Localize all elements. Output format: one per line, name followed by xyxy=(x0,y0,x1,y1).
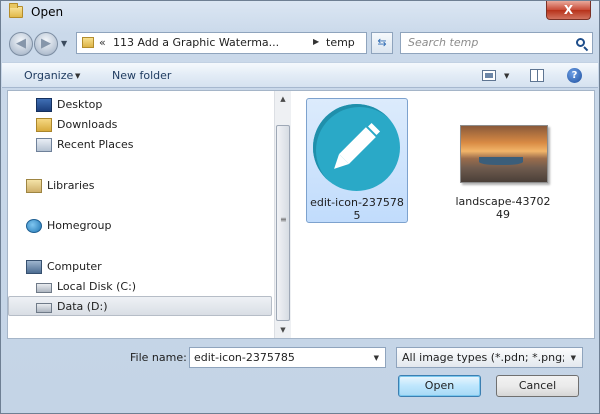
breadcrumb-overflow[interactable]: « xyxy=(99,36,106,49)
nav-item-label: Recent Places xyxy=(57,138,134,151)
nav-item-label: Homegroup xyxy=(47,219,112,232)
nav-item-recent-places[interactable]: Recent Places xyxy=(8,135,272,155)
refresh-button[interactable]: ⇆ xyxy=(371,32,393,54)
file-list: edit-icon-237578 5 landscape-43702 49 xyxy=(292,91,594,338)
nav-item-homegroup[interactable]: Homegroup xyxy=(8,216,272,236)
arrow-right-icon: ▶ xyxy=(41,36,51,51)
breadcrumb-parent[interactable]: 113 Add a Graphic Waterma... xyxy=(113,36,279,49)
help-icon[interactable]: ? xyxy=(567,68,582,83)
nav-item-label: Libraries xyxy=(47,179,95,192)
cancel-button[interactable]: Cancel xyxy=(496,375,579,397)
search-icon[interactable] xyxy=(576,38,585,47)
organize-button[interactable]: Organize xyxy=(24,69,73,82)
file-name-input[interactable]: edit-icon-2375785 ▼ xyxy=(189,347,386,368)
forward-button[interactable]: ▶ xyxy=(34,32,58,56)
local-disk-icon xyxy=(36,283,52,293)
nav-item-downloads[interactable]: Downloads xyxy=(8,115,272,135)
file-type-value: All image types (*.pdn; *.png; * xyxy=(402,351,564,364)
grip-icon: ≡ xyxy=(280,215,287,224)
scroll-down-icon[interactable]: ▼ xyxy=(275,322,291,338)
nav-pane-scrollbar[interactable]: ▲ ≡ ▼ xyxy=(274,91,291,338)
nav-item-label: Downloads xyxy=(57,118,118,131)
close-button[interactable]: X xyxy=(546,1,591,20)
file-item-edit-icon[interactable]: edit-icon-237578 5 xyxy=(306,98,408,223)
folder-icon xyxy=(9,3,23,18)
preview-pane-icon[interactable] xyxy=(530,69,544,82)
nav-item-data-d[interactable]: Data (D:) xyxy=(8,296,272,316)
breadcrumb-separator-icon[interactable]: ▶ xyxy=(313,37,319,46)
open-button[interactable]: Open xyxy=(398,375,481,397)
new-folder-button[interactable]: New folder xyxy=(112,69,171,82)
nav-item-label: Data (D:) xyxy=(57,300,108,313)
file-name-label: edit-icon-237578 5 xyxy=(310,196,404,222)
file-name-value: edit-icon-2375785 xyxy=(194,351,295,364)
desktop-icon xyxy=(36,98,52,112)
recent-places-icon xyxy=(36,138,52,152)
landscape-photo-thumbnail xyxy=(460,125,548,183)
nav-item-computer[interactable]: Computer xyxy=(8,257,272,277)
arrow-left-icon: ◀ xyxy=(16,36,26,51)
libraries-icon xyxy=(26,179,42,193)
chevron-down-icon[interactable]: ▼ xyxy=(374,354,379,362)
view-options-dropdown-icon[interactable]: ▼ xyxy=(504,72,509,80)
nav-item-label: Computer xyxy=(47,260,102,273)
recent-locations-dropdown[interactable]: ▼ xyxy=(61,39,67,48)
nav-item-libraries[interactable]: Libraries xyxy=(8,176,272,196)
open-dialog: Open X ◀ ▶ ▼ « 113 Add a Graphic Waterma… xyxy=(0,0,600,414)
file-name-label: File name: xyxy=(130,351,187,364)
back-button[interactable]: ◀ xyxy=(9,32,33,56)
scroll-up-icon[interactable]: ▲ xyxy=(275,91,291,107)
command-bar: Organize ▼ New folder ▼ ? xyxy=(2,62,598,88)
downloads-folder-icon xyxy=(36,118,52,132)
nav-item-label: Desktop xyxy=(57,98,103,111)
nav-item-label: Local Disk (C:) xyxy=(57,280,137,293)
change-view-icon[interactable] xyxy=(482,70,496,81)
title-bar: Open X xyxy=(1,1,599,27)
search-placeholder: Search temp xyxy=(408,36,479,49)
search-input[interactable]: Search temp xyxy=(400,32,593,54)
file-name-label: landscape-43702 49 xyxy=(455,195,551,221)
data-drive-icon xyxy=(36,303,52,313)
breadcrumb-current[interactable]: temp xyxy=(326,36,355,49)
computer-icon xyxy=(26,260,42,274)
homegroup-icon xyxy=(26,219,42,233)
nav-item-local-disk-c[interactable]: Local Disk (C:) xyxy=(8,277,272,297)
chevron-down-icon[interactable]: ▼ xyxy=(75,72,80,80)
file-type-select[interactable]: All image types (*.pdn; *.png; * ▼ xyxy=(396,347,583,368)
address-bar[interactable]: « 113 Add a Graphic Waterma... ▶ temp ▼ xyxy=(76,32,432,54)
folder-icon xyxy=(82,37,94,48)
content-area: Desktop Downloads Recent Places Librarie… xyxy=(7,90,595,339)
nav-item-desktop[interactable]: Desktop xyxy=(8,95,272,115)
refresh-icon: ⇆ xyxy=(377,36,387,49)
navigation-pane: Desktop Downloads Recent Places Librarie… xyxy=(8,91,274,338)
chevron-down-icon[interactable]: ▼ xyxy=(571,354,576,362)
edit-pencil-icon xyxy=(313,104,400,191)
file-item-landscape[interactable]: landscape-43702 49 xyxy=(452,98,554,223)
scrollbar-thumb[interactable]: ≡ xyxy=(276,125,290,321)
window-title: Open xyxy=(31,5,64,19)
